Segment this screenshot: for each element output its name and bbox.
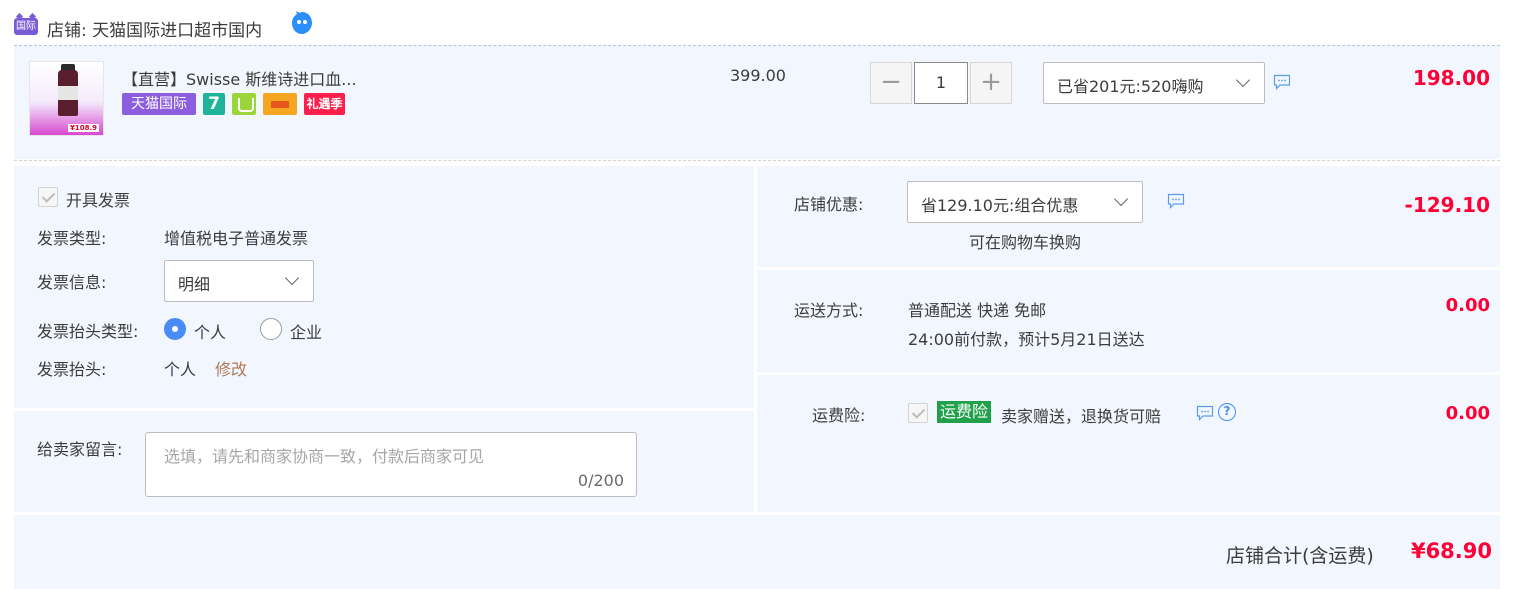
quantity-input[interactable]: 1 <box>914 62 968 104</box>
invoice-info-label: 发票信息: <box>37 273 107 292</box>
item-promotion-select[interactable]: 已省201元:520嗨购 <box>1043 62 1265 104</box>
shipping-label: 运送方式: <box>794 301 864 320</box>
authentic-guarantee-icon[interactable] <box>232 93 256 115</box>
store-name[interactable]: 店铺: 天猫国际进口超市国内 <box>47 16 262 41</box>
comment-icon[interactable] <box>1273 74 1291 90</box>
seller-message-placeholder: 选填，请先和商家协商一致，付款后商家可见 <box>164 447 485 466</box>
title-type-personal-radio[interactable] <box>164 318 186 340</box>
tmall-global-badge[interactable]: 天猫国际 <box>122 93 196 115</box>
store-discount-label: 店铺优惠: <box>794 195 864 214</box>
shipping-amount: 0.00 <box>1445 295 1490 316</box>
gift-season-badge[interactable]: 礼遇季 <box>304 93 345 115</box>
shipping-insurance-amount: 0.00 <box>1445 403 1490 424</box>
store-header: 国际 店铺: 天猫国际进口超市国内 <box>14 8 1500 44</box>
thumb-price: ¥108.9 <box>67 124 99 132</box>
store-total-bar: 店铺合计(含运费) ¥68.90 <box>14 515 1500 589</box>
item-promotion-value: 已省201元:520嗨购 <box>1057 77 1204 96</box>
store-discount-note: 可在购物车换购 <box>969 233 1082 252</box>
open-invoice-checkbox[interactable] <box>38 187 58 207</box>
help-icon[interactable]: ? <box>1218 403 1236 421</box>
invoice-type-label: 发票类型: <box>37 229 107 248</box>
product-image[interactable]: ¥108.9 <box>29 61 104 136</box>
invoice-title-value: 个人 <box>164 360 197 379</box>
item-subtotal: 198.00 <box>1412 66 1490 90</box>
increase-quantity-button[interactable]: + <box>970 62 1012 104</box>
store-discount-value: 省129.10元:组合优惠 <box>921 196 1079 215</box>
seller-message-panel: 给卖家留言: 选填，请先和商家协商一致，付款后商家可见 0/200 <box>14 411 754 512</box>
credit-card-icon[interactable] <box>263 93 297 115</box>
shipping-insurance-label: 运费险: <box>812 406 866 425</box>
invoice-title-label: 发票抬头: <box>37 360 107 379</box>
decrease-quantity-button[interactable]: − <box>870 62 912 104</box>
store-discount-panel: 店铺优惠: 省129.10元:组合优惠 可在购物车换购 -129.10 <box>757 166 1500 267</box>
divider <box>14 160 1500 161</box>
chevron-down-icon <box>1113 191 1129 207</box>
quantity-stepper: − 1 + <box>870 62 1012 104</box>
minus-icon: − <box>880 67 902 97</box>
store-total-amount: ¥68.90 <box>1410 539 1492 563</box>
chevron-down-icon <box>1235 72 1251 88</box>
shipping-insurance-checkbox[interactable] <box>908 403 928 423</box>
bottle-label-shape <box>58 86 78 100</box>
invoice-type-value: 增值税电子普通发票 <box>164 229 309 248</box>
store-discount-amount: -129.10 <box>1404 193 1490 217</box>
chevron-down-icon <box>284 270 300 286</box>
store-badge-text: 国际 <box>16 21 36 32</box>
character-counter: 0/200 <box>577 471 624 490</box>
store-discount-select[interactable]: 省129.10元:组合优惠 <box>907 181 1143 223</box>
comment-icon[interactable] <box>1167 193 1185 209</box>
title-type-company-label[interactable]: 企业 <box>290 319 322 343</box>
seller-message-label: 给卖家留言: <box>37 440 123 459</box>
unit-price: 399.00 <box>730 66 786 85</box>
comment-icon[interactable] <box>1196 405 1214 421</box>
tmall-global-store-icon: 国际 <box>14 18 38 35</box>
invoice-info-value: 明细 <box>178 275 211 294</box>
shipping-eta: 24:00前付款，预计5月21日送达 <box>908 330 1145 349</box>
title-type-personal-label[interactable]: 个人 <box>194 319 226 343</box>
store-total-label: 店铺合计(含运费) <box>1226 545 1374 567</box>
order-item-row: ¥108.9 【直营】Swisse 斯维诗进口血... 天猫国际 7 礼遇季 3… <box>14 46 1500 159</box>
shipping-panel: 运送方式: 普通配送 快递 免邮 24:00前付款，预计5月21日送达 0.00 <box>757 270 1500 372</box>
edit-invoice-title-link[interactable]: 修改 <box>215 356 247 380</box>
open-invoice-label: 开具发票 <box>66 191 131 210</box>
invoice-title-type-label: 发票抬头类型: <box>37 322 139 341</box>
plus-icon: + <box>980 67 1002 97</box>
title-type-company-radio[interactable] <box>260 318 282 340</box>
shipping-method: 普通配送 快递 免邮 <box>908 301 1047 320</box>
seller-message-textarea[interactable]: 选填，请先和商家协商一致，付款后商家可见 0/200 <box>145 432 637 497</box>
shipping-insurance-description: 卖家赠送，退换货可赔 <box>1001 407 1162 426</box>
invoice-panel: 开具发票 发票类型: 增值税电子普通发票 发票信息: 明细 发票抬头类型: 个人… <box>14 166 754 408</box>
item-title-link[interactable]: 【直营】Swisse 斯维诗进口血... <box>122 66 357 90</box>
shipping-insurance-panel: 运费险: 运费险 卖家赠送，退换货可赔 ? 0.00 <box>757 375 1500 512</box>
shipping-insurance-tag: 运费险 <box>937 401 992 423</box>
invoice-info-select[interactable]: 明细 <box>164 260 314 302</box>
wangwang-chat-icon[interactable] <box>290 10 314 36</box>
seven-day-return-badge[interactable]: 7 <box>203 93 225 115</box>
